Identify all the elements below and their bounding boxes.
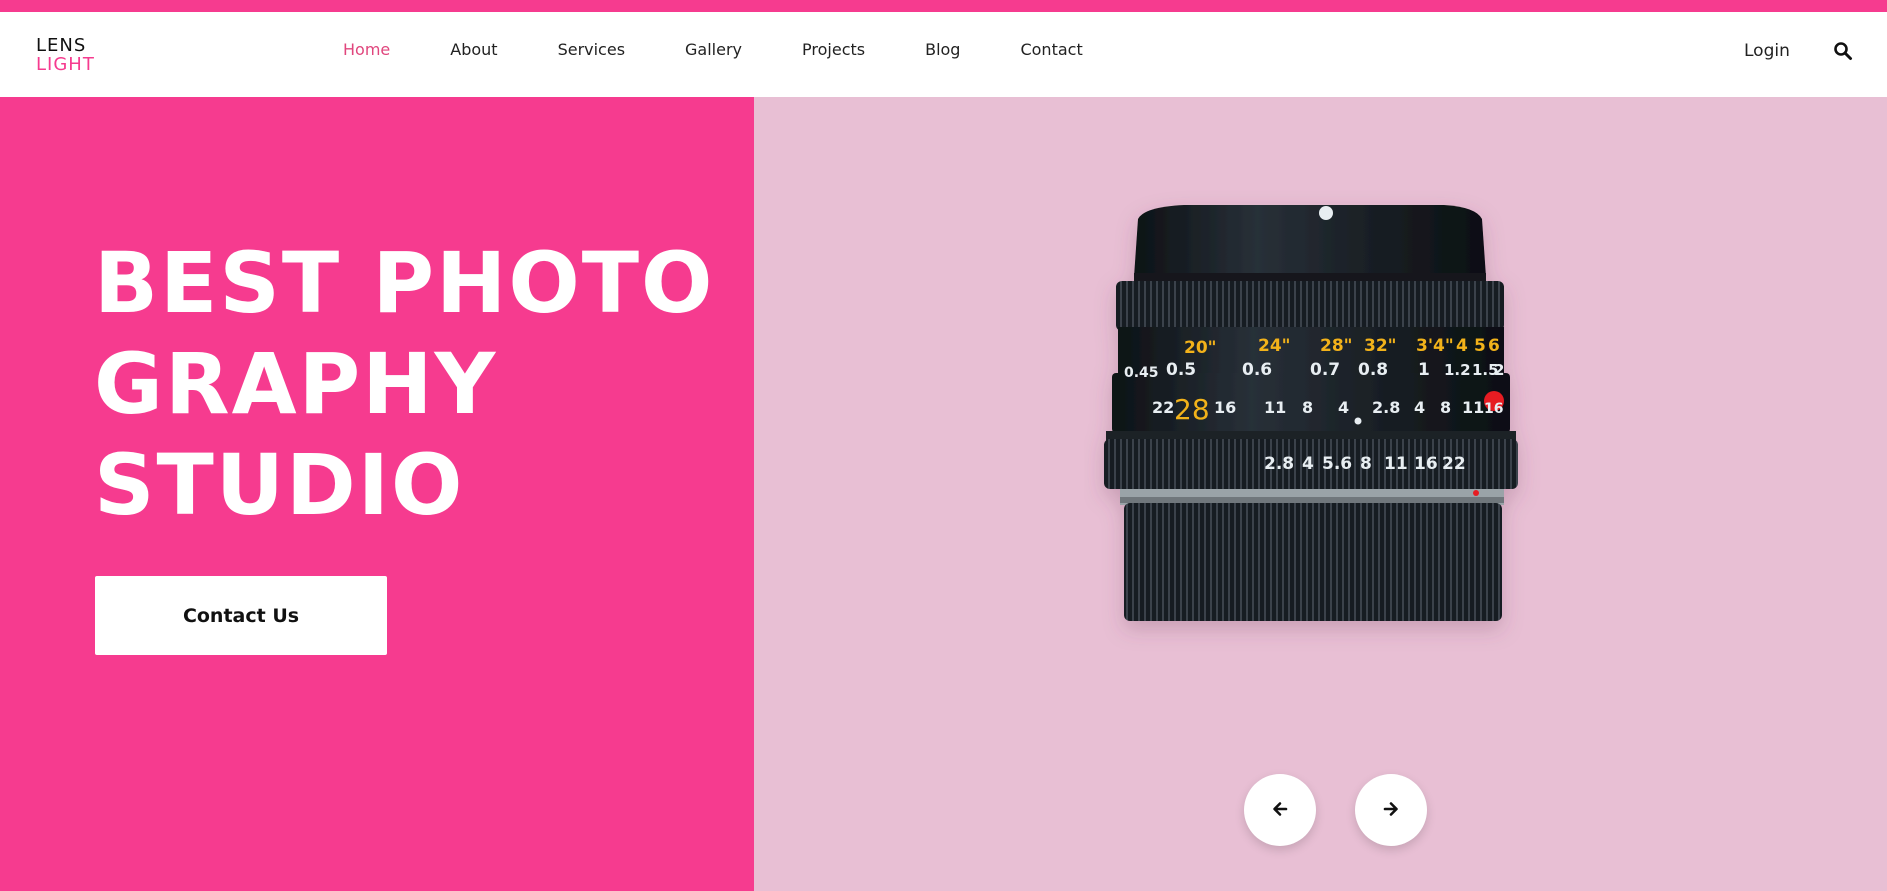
dof-mark-1: 22 [1152,398,1174,417]
focal-length-mark: 28 [1174,393,1210,426]
dof-mark-3: 16 [1214,398,1236,417]
nav-item-about[interactable]: About [450,40,497,59]
meter-mark-2: 0.5 [1166,360,1196,380]
aperture-mark-5: 11 [1384,454,1408,474]
headline-line-2: GRAPHY [94,335,498,433]
nav-item-blog[interactable]: Blog [925,40,960,59]
meter-mark-4: 0.7 [1310,360,1340,380]
logo[interactable]: LENS LIGHT [36,36,95,74]
dof-mark-7: 2.8 [1372,398,1400,417]
aperture-mark-2: 4 [1302,454,1314,474]
meter-mark-7: 1.2 [1444,361,1471,379]
hero-left-panel: BEST PHOTO GRAPHY STUDIO Contact Us [0,97,754,891]
contact-us-button[interactable]: Contact Us [95,576,387,655]
meter-mark-5: 0.8 [1358,360,1388,380]
dof-mark-4: 11 [1264,398,1286,417]
site-header: LENS LIGHT Home About Services Gallery P… [0,12,1887,97]
logo-line-2: LIGHT [36,54,95,75]
nav-item-gallery[interactable]: Gallery [685,40,742,59]
arrow-right-icon [1383,801,1399,820]
feet-mark-6: 4 [1456,336,1468,356]
search-icon[interactable] [1833,41,1853,61]
nav-item-projects[interactable]: Projects [802,40,865,59]
aperture-mark-6: 16 [1414,454,1438,474]
meter-mark-3: 0.6 [1242,360,1272,380]
nav-item-contact[interactable]: Contact [1020,40,1082,59]
meter-mark-1: 0.45 [1124,365,1159,381]
slider-next-button[interactable] [1355,774,1427,846]
dof-mark-6: 4 [1338,398,1349,417]
dof-mark-8: 4 [1414,398,1425,417]
arrow-left-icon [1272,801,1288,820]
logo-line-1: LENS [36,35,87,56]
headline-line-1: BEST PHOTO [94,234,715,332]
dof-mark-11: 16 [1484,401,1503,417]
dof-mark-5: 8 [1302,398,1313,417]
feet-mark-1: 20" [1184,338,1217,358]
feet-mark-2: 24" [1258,336,1291,356]
login-link[interactable]: Login [1744,41,1790,61]
slider-prev-button[interactable] [1244,774,1316,846]
feet-mark-5: 3'4" [1416,336,1454,356]
top-accent-bar [0,0,1887,12]
feet-mark-4: 32" [1364,336,1397,356]
headline-line-3: STUDIO [94,436,465,534]
hero-headline: BEST PHOTO GRAPHY STUDIO [94,233,714,536]
nav-item-home[interactable]: Home [343,40,390,59]
feet-mark-3: 28" [1320,336,1353,356]
feet-mark-7: 5 [1474,336,1486,356]
aperture-mark-7: 22 [1442,454,1466,474]
aperture-mark-4: 8 [1360,454,1372,474]
nav-item-services[interactable]: Services [558,40,625,59]
dof-mark-10: 11 [1462,398,1484,417]
meter-mark-9: 2 [1494,361,1504,379]
meter-mark-6: 1 [1418,360,1430,380]
aperture-mark-1: 2.8 [1264,454,1294,474]
feet-mark-8: 6 [1488,336,1500,356]
aperture-mark-3: 5.6 [1322,454,1352,474]
dof-mark-9: 8 [1440,398,1451,417]
main-nav: Home About Services Gallery Projects Blo… [343,40,1083,59]
camera-lens-image: 20" 24" 28" 32" 3'4" 4 5 6 0.45 0.5 0.6 … [1104,205,1518,621]
hero-image-panel: 20" 24" 28" 32" 3'4" 4 5 6 0.45 0.5 0.6 … [754,97,1887,891]
